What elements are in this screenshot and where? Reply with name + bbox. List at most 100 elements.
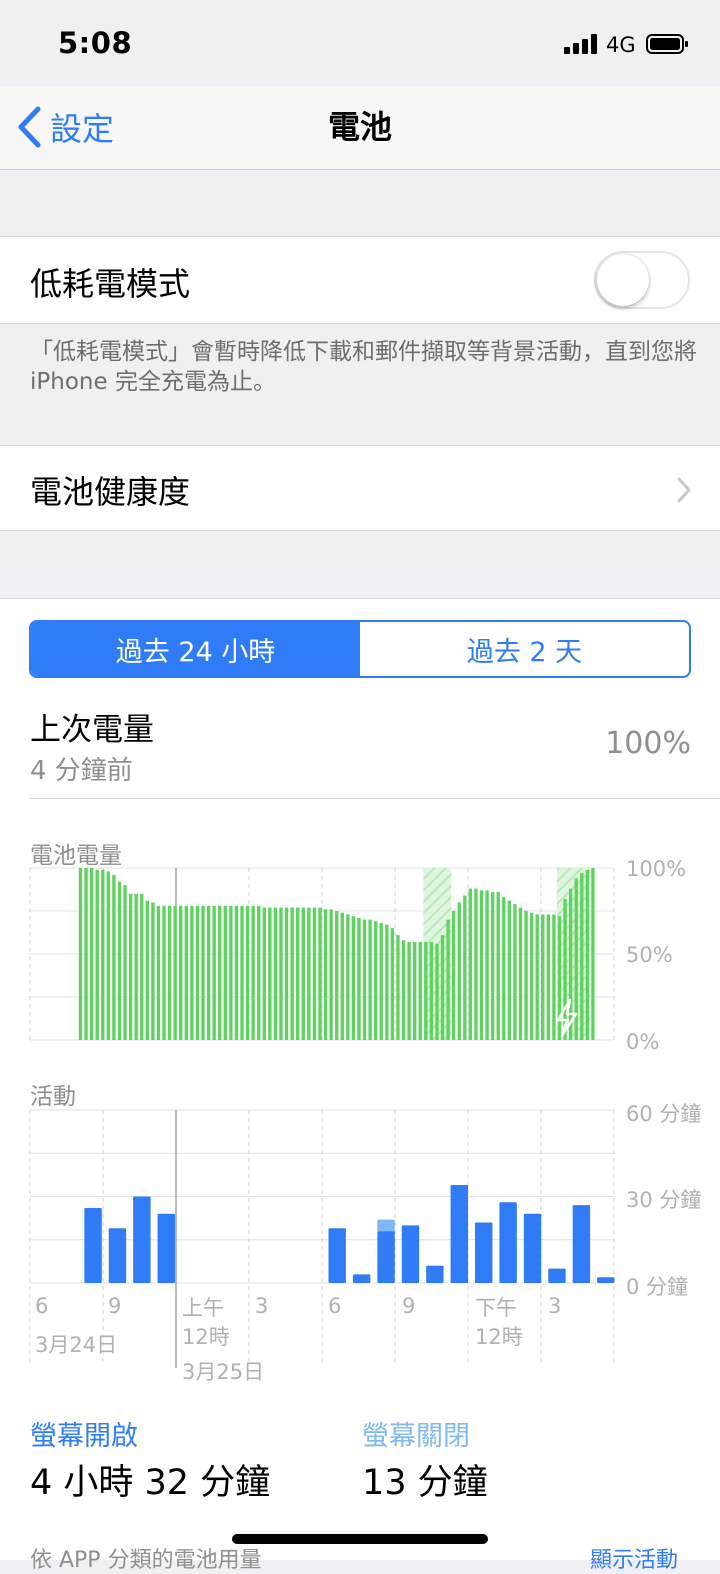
battery-bar — [140, 893, 144, 1040]
battery-bar — [251, 905, 255, 1040]
battery-bar — [84, 868, 88, 1040]
battery-level-chart — [29, 867, 615, 1041]
activity-y-tick-30: 30 分鐘 — [626, 1188, 702, 1212]
battery-y-tick-50: 50% — [626, 943, 673, 967]
battery-bar — [201, 905, 205, 1040]
battery-bar — [496, 892, 500, 1040]
screen-on-label: 螢幕開啟 — [30, 1421, 138, 1452]
battery-bar — [346, 914, 350, 1040]
battery-bar — [151, 902, 155, 1040]
battery-bar — [535, 914, 539, 1040]
battery-bar — [301, 907, 305, 1040]
battery-bar — [240, 905, 244, 1040]
battery-bar — [451, 911, 456, 1040]
battery-bar — [412, 941, 417, 1040]
battery-y-tick-100: 100% — [626, 857, 687, 881]
low-power-mode-toggle[interactable] — [594, 251, 690, 309]
battery-bar — [362, 919, 367, 1040]
activity-bar — [426, 1265, 444, 1283]
battery-bar — [507, 900, 512, 1040]
battery-bar — [396, 935, 400, 1040]
battery-bar — [223, 905, 227, 1040]
battery-bar — [379, 923, 383, 1040]
activity-bar-screen-off — [377, 1219, 395, 1232]
battery-icon — [646, 34, 688, 54]
battery-bar — [385, 924, 389, 1040]
last-charge-value: 100% — [605, 726, 691, 761]
activity-bar — [84, 1208, 102, 1283]
battery-bar — [418, 941, 422, 1040]
battery-bar — [234, 905, 239, 1040]
battery-bar — [167, 905, 172, 1040]
activity-bar — [157, 1213, 175, 1283]
battery-bar — [374, 921, 378, 1040]
toggle-knob — [597, 254, 649, 306]
battery-bar — [112, 874, 116, 1040]
battery-bar — [518, 907, 523, 1040]
low-power-mode-footnote: 「低耗電模式」會暫時降低下載和郵件擷取等背景活動，直到您將 iPhone 完全充… — [30, 339, 697, 395]
activity-bar — [499, 1202, 517, 1283]
activity-bar — [133, 1196, 151, 1283]
activity-y-tick-0: 0 分鐘 — [626, 1275, 689, 1299]
x-tick-9pm: 9 — [402, 1294, 416, 1318]
activity-bar — [597, 1277, 615, 1283]
battery-bar — [290, 907, 294, 1040]
x-tick-midnight: 上午 12時 — [182, 1296, 230, 1349]
activity-bar — [572, 1205, 591, 1283]
divider — [30, 798, 720, 799]
battery-bar — [296, 907, 300, 1040]
x-tick-6am: 6 — [35, 1294, 49, 1318]
battery-bar — [357, 917, 361, 1040]
activity-bar — [475, 1222, 493, 1283]
battery-bar — [312, 907, 317, 1040]
battery-bar — [229, 905, 233, 1040]
battery-bar — [179, 905, 183, 1040]
battery-bar — [106, 871, 111, 1040]
show-activity-link[interactable]: 顯示活動 — [590, 1542, 678, 1574]
battery-bar — [329, 909, 333, 1040]
battery-bar — [262, 907, 266, 1040]
activity-bar — [523, 1213, 542, 1283]
battery-bar — [335, 911, 339, 1040]
usage-by-app-label: 依 APP 分類的電池用量 — [30, 1548, 262, 1573]
x-tick-noon: 下午 12時 — [475, 1296, 523, 1349]
battery-bar — [351, 916, 356, 1040]
battery-bar — [162, 905, 166, 1040]
battery-bar — [257, 905, 261, 1040]
battery-bar — [184, 905, 188, 1040]
battery-bar — [490, 892, 495, 1040]
status-time: 5:08 — [58, 26, 133, 60]
battery-bar — [463, 895, 467, 1040]
activity-bar — [548, 1268, 566, 1283]
battery-bar — [318, 907, 322, 1040]
battery-bar — [546, 914, 551, 1040]
last-charge-time: 4 分鐘前 — [30, 756, 133, 786]
battery-bar — [457, 902, 461, 1040]
cellular-signal-icon — [564, 34, 597, 54]
battery-y-tick-0: 0% — [626, 1030, 660, 1054]
x-tick-6pm: 6 — [328, 1294, 342, 1318]
battery-bar — [101, 869, 105, 1040]
battery-bar — [407, 941, 411, 1040]
low-power-mode-label: 低耗電模式 — [30, 265, 191, 303]
battery-bar — [134, 893, 138, 1040]
activity-bar — [377, 1231, 395, 1283]
home-indicator[interactable] — [232, 1534, 488, 1544]
battery-bar — [89, 868, 94, 1040]
battery-bar — [273, 907, 278, 1040]
activity-bar — [328, 1228, 346, 1283]
battery-bar — [190, 905, 194, 1040]
battery-bar — [212, 905, 216, 1040]
battery-bar — [117, 881, 122, 1040]
battery-bar — [128, 893, 133, 1040]
time-range-segmented-control: 過去 24 小時 過去 2 天 — [29, 620, 691, 678]
back-button-label: 設定 — [50, 110, 115, 148]
segment-last-2-days[interactable]: 過去 2 天 — [360, 622, 689, 676]
battery-bar — [557, 916, 562, 1040]
back-button[interactable]: 設定 — [16, 104, 114, 150]
battery-bar — [173, 905, 177, 1040]
battery-bar — [435, 943, 439, 1040]
battery-health-label: 電池健康度 — [30, 473, 191, 511]
activity-bar — [352, 1274, 371, 1283]
segment-last-24-hours[interactable]: 過去 24 小時 — [31, 622, 360, 676]
